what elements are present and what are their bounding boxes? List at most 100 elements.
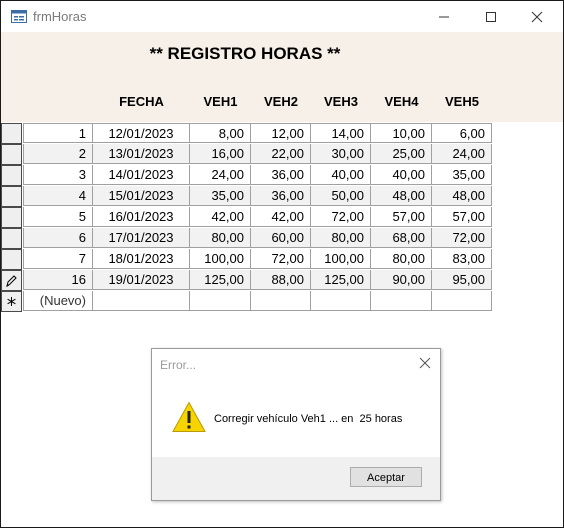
cell-id[interactable]: 5 [23,207,93,227]
cell-veh3[interactable]: 100,00 [311,249,371,269]
new-cell-veh5[interactable] [432,291,492,311]
cell-veh2[interactable]: 88,00 [251,270,311,290]
new-cell-veh1[interactable] [190,291,251,311]
cell-veh5[interactable]: 57,00 [432,207,492,227]
cell-veh5[interactable]: 6,00 [432,123,492,143]
cell-veh3[interactable]: 14,00 [311,123,371,143]
cell-veh5[interactable]: 24,00 [432,144,492,164]
minimize-icon [439,16,449,17]
record-selector[interactable] [1,123,22,144]
cell-fecha[interactable]: 15/01/2023 [93,186,190,206]
cell-veh2[interactable]: 42,00 [251,207,311,227]
cell-fecha[interactable]: 14/01/2023 [93,165,190,185]
cell-id[interactable]: 16 [23,270,93,290]
cell-veh2[interactable]: 36,00 [251,165,311,185]
new-cell-veh4[interactable] [371,291,432,311]
column-header-veh3: VEH3 [324,94,358,109]
cell-id[interactable]: 3 [23,165,93,185]
cell-veh1[interactable]: 24,00 [190,165,251,185]
new-cell-veh2[interactable] [251,291,311,311]
cell-veh5[interactable]: 35,00 [432,165,492,185]
new-cell-fecha[interactable] [93,291,190,311]
minimize-button[interactable] [421,1,467,32]
table-row: 7 18/01/2023 100,00 72,00 100,00 80,00 83,00 [1,249,493,270]
cell-fecha[interactable]: 19/01/2023 [93,270,190,290]
accept-button[interactable]: Aceptar [350,467,422,487]
cell-id[interactable]: 6 [23,228,93,248]
close-icon [531,11,543,22]
maximize-button[interactable] [468,1,514,32]
cell-veh1[interactable]: 80,00 [190,228,251,248]
cell-veh3[interactable]: 30,00 [311,144,371,164]
cell-veh5[interactable]: 72,00 [432,228,492,248]
form-heading: ** REGISTRO HORAS ** [149,44,341,63]
form-window: frmHoras ** REGISTRO HORAS ** FECHA VEH1… [0,0,564,528]
dialog-title: Error... [160,358,197,372]
window-title: frmHoras [33,9,87,24]
asterisk-icon [7,297,16,306]
error-dialog: Error... Corregir vehículo Veh1 ... en 2… [151,348,441,501]
cell-veh4[interactable]: 25,00 [371,144,432,164]
record-selector[interactable] [1,249,22,270]
cell-veh3[interactable]: 40,00 [311,165,371,185]
title-bar[interactable]: frmHoras [1,1,563,32]
cell-veh2[interactable]: 22,00 [251,144,311,164]
cell-id[interactable]: 7 [23,249,93,269]
cell-veh1[interactable]: 42,00 [190,207,251,227]
table-row: 4 15/01/2023 35,00 36,00 50,00 48,00 48,00 [1,186,493,207]
new-cell-veh3[interactable] [311,291,371,311]
cell-veh4[interactable]: 40,00 [371,165,432,185]
cell-fecha[interactable]: 17/01/2023 [93,228,190,248]
table-row: 1 12/01/2023 8,00 12,00 14,00 10,00 6,00 [1,123,493,144]
table-row: 5 16/01/2023 42,00 42,00 72,00 57,00 57,00 [1,207,493,228]
table-row: 2 13/01/2023 16,00 22,00 30,00 25,00 24,00 [1,144,493,165]
new-record-selector[interactable] [1,291,22,312]
cell-veh2[interactable]: 60,00 [251,228,311,248]
cell-veh1[interactable]: 8,00 [190,123,251,143]
cell-veh1[interactable]: 125,00 [190,270,251,290]
record-selector[interactable] [1,165,22,186]
dialog-message: Corregir vehículo Veh1 ... en 25 horas [214,413,403,425]
cell-veh1[interactable]: 35,00 [190,186,251,206]
cell-fecha[interactable]: 18/01/2023 [93,249,190,269]
cell-veh2[interactable]: 36,00 [251,186,311,206]
cell-veh1[interactable]: 100,00 [190,249,251,269]
new-cell-id[interactable]: (Nuevo) [23,291,93,311]
cell-fecha[interactable]: 12/01/2023 [93,123,190,143]
cell-veh4[interactable]: 48,00 [371,186,432,206]
cell-veh4[interactable]: 68,00 [371,228,432,248]
cell-veh4[interactable]: 90,00 [371,270,432,290]
cell-veh2[interactable]: 72,00 [251,249,311,269]
cell-veh3[interactable]: 72,00 [311,207,371,227]
cell-id[interactable]: 1 [23,123,93,143]
dialog-footer: Aceptar [152,457,440,500]
cell-veh5[interactable]: 48,00 [432,186,492,206]
cell-veh5[interactable]: 83,00 [432,249,492,269]
cell-fecha[interactable]: 16/01/2023 [93,207,190,227]
record-selector[interactable] [1,207,22,228]
cell-veh4[interactable]: 80,00 [371,249,432,269]
cell-veh4[interactable]: 10,00 [371,123,432,143]
cell-fecha[interactable]: 13/01/2023 [93,144,190,164]
column-header-fecha: FECHA [119,94,164,109]
cell-veh3[interactable]: 50,00 [311,186,371,206]
record-selector[interactable] [1,228,22,249]
table-row: 3 14/01/2023 24,00 36,00 40,00 40,00 35,00 [1,165,493,186]
record-selector[interactable] [1,270,22,291]
column-header-veh5: VEH5 [445,94,479,109]
dialog-close-icon[interactable] [418,356,432,370]
warning-icon [172,401,206,432]
cell-veh5[interactable]: 95,00 [432,270,492,290]
record-selector[interactable] [1,186,22,207]
cell-id[interactable]: 2 [23,144,93,164]
cell-veh2[interactable]: 12,00 [251,123,311,143]
record-selector[interactable] [1,144,22,165]
cell-veh3[interactable]: 125,00 [311,270,371,290]
close-button[interactable] [514,1,560,32]
cell-veh4[interactable]: 57,00 [371,207,432,227]
cell-veh3[interactable]: 80,00 [311,228,371,248]
form-icon [11,10,27,23]
table-row: 6 17/01/2023 80,00 60,00 80,00 68,00 72,00 [1,228,493,249]
cell-id[interactable]: 4 [23,186,93,206]
cell-veh1[interactable]: 16,00 [190,144,251,164]
